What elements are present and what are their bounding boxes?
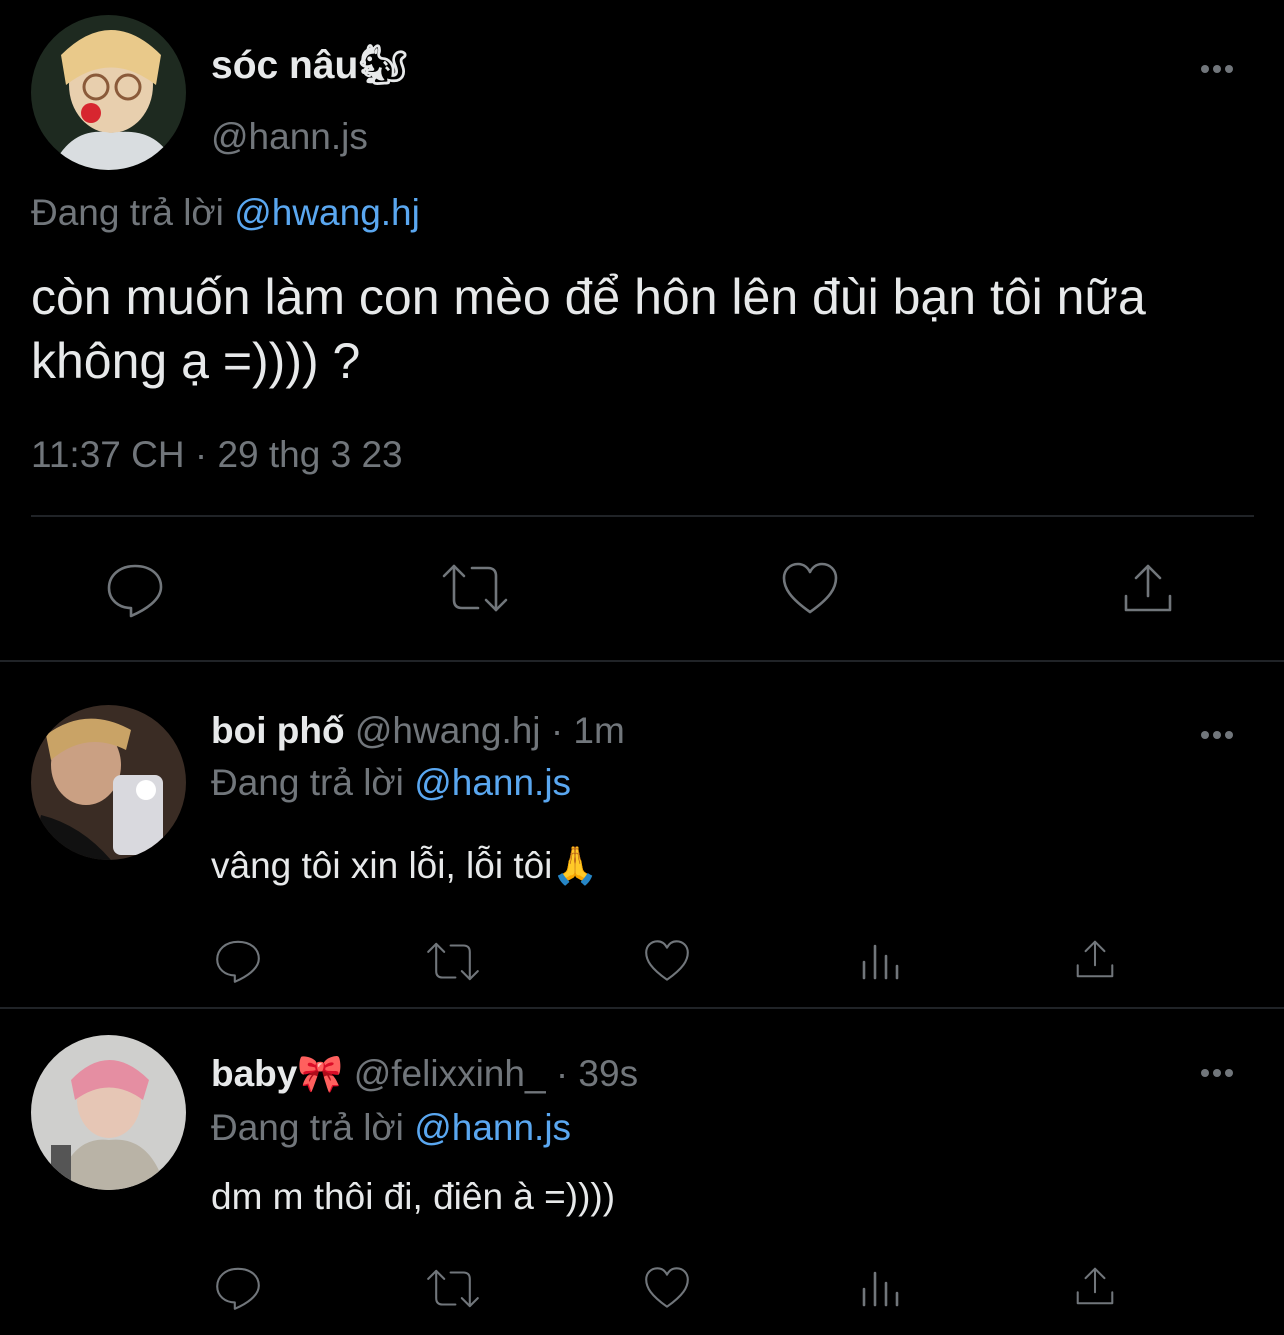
handle[interactable]: @hwang.hj xyxy=(355,710,541,751)
like-icon[interactable] xyxy=(780,560,840,616)
avatar-reply-1[interactable] xyxy=(31,705,186,860)
tweet-timestamp[interactable]: 11:37 CH · 29 thg 3 23 xyxy=(31,432,403,478)
ribbon-emoji: 🎀 xyxy=(297,1053,344,1094)
display-name[interactable]: boi phố xyxy=(211,710,345,751)
replying-to-link[interactable]: @hann.js xyxy=(414,1107,571,1148)
replying-to-line: Đang trả lời @hann.js xyxy=(211,760,571,806)
squirrel-emoji: 🐿 xyxy=(358,44,408,87)
replying-to-line: Đang trả lời @hwang.hj xyxy=(31,190,420,236)
more-icon[interactable] xyxy=(1201,726,1241,739)
more-icon[interactable] xyxy=(1201,1064,1241,1077)
avatar-main[interactable] xyxy=(31,15,186,170)
reply-text: dm m thôi đi, điên à =)))) xyxy=(211,1176,616,1217)
replying-to-link[interactable]: @hwang.hj xyxy=(234,192,420,233)
views-icon[interactable] xyxy=(860,940,904,980)
like-icon[interactable] xyxy=(643,938,691,983)
tweet-text: còn muốn làm con mèo để hôn lên đùi bạn … xyxy=(31,269,1146,389)
display-name-text: sóc nâu xyxy=(211,44,359,87)
reply-time[interactable]: · 39s xyxy=(556,1053,638,1094)
divider xyxy=(31,515,1254,517)
display-name-text: baby xyxy=(211,1053,298,1094)
handle[interactable]: @felixxinh_ xyxy=(354,1053,546,1094)
views-icon[interactable] xyxy=(860,1267,904,1307)
reply-time[interactable]: · 1m xyxy=(551,710,625,751)
retweet-icon[interactable] xyxy=(440,560,510,616)
display-name[interactable]: sóc nâu🐿 xyxy=(211,42,408,90)
replying-to-link[interactable]: @hann.js xyxy=(414,762,571,803)
reply-header: baby🎀 @felixxinh_ · 39s xyxy=(211,1051,638,1097)
reply-icon[interactable] xyxy=(214,937,262,985)
retweet-icon[interactable] xyxy=(425,1266,481,1311)
avatar-reply-2[interactable] xyxy=(31,1035,186,1190)
handle[interactable]: @hann.js xyxy=(211,114,368,160)
replying-prefix: Đang trả lời xyxy=(31,192,224,233)
replying-prefix: Đang trả lời xyxy=(211,762,404,803)
more-icon[interactable] xyxy=(1201,60,1241,73)
share-icon[interactable] xyxy=(1120,560,1176,616)
reply-icon[interactable] xyxy=(105,560,165,620)
replying-to-line: Đang trả lời @hann.js xyxy=(211,1105,571,1151)
section-divider xyxy=(0,660,1284,662)
reply-header: boi phố @hwang.hj · 1m xyxy=(211,708,625,754)
like-icon[interactable] xyxy=(643,1265,691,1310)
reply-text-body: vâng tôi xin lỗi, lỗi tôi xyxy=(211,845,553,886)
praying-hands-emoji: 🙏 xyxy=(552,845,599,886)
reply-text: vâng tôi xin lỗi, lỗi tôi🙏 xyxy=(211,843,598,889)
share-icon[interactable] xyxy=(1073,1264,1117,1308)
reply-icon[interactable] xyxy=(214,1264,262,1312)
section-divider xyxy=(0,1007,1284,1009)
replying-prefix: Đang trả lời xyxy=(211,1107,404,1148)
display-name[interactable]: baby🎀 xyxy=(211,1053,343,1094)
share-icon[interactable] xyxy=(1073,937,1117,981)
retweet-icon[interactable] xyxy=(425,939,481,984)
